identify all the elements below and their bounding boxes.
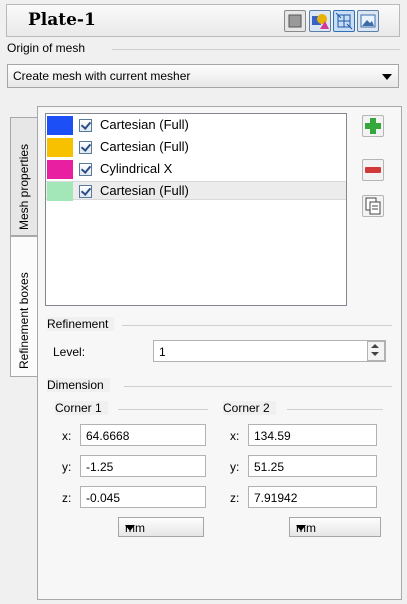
list-item[interactable]: Cartesian (Full): [46, 181, 346, 201]
origin-select-value: Create mesh with current mesher: [13, 69, 191, 83]
remove-button[interactable]: [362, 159, 384, 181]
chevron-down-icon: [371, 352, 379, 356]
list-item[interactable]: Cartesian (Full): [46, 138, 346, 157]
corner1-z-value: -0.045: [86, 491, 121, 505]
image-icon: [360, 14, 376, 28]
corner2-z-input[interactable]: 7.91942: [248, 486, 377, 508]
list-item-label: Cartesian (Full): [100, 183, 189, 198]
corner1-group-line: [118, 409, 208, 410]
corner1-x-label: x:: [62, 429, 72, 443]
tab-refinement-boxes-label: Refinement boxes: [17, 272, 31, 369]
chevron-down-icon: [125, 525, 135, 531]
corner2-x-value: 134.59: [254, 429, 291, 443]
corner2-y-value: 51.25: [254, 460, 285, 474]
corner1-y-value: -1.25: [86, 460, 114, 474]
corner2-label: Corner 2: [223, 401, 276, 415]
view-button[interactable]: [284, 10, 306, 32]
copy-button[interactable]: [362, 195, 384, 217]
mesh-icon: [335, 12, 353, 30]
shapes-icon: [312, 14, 329, 29]
level-label: Level:: [53, 345, 86, 359]
chevron-down-icon: [296, 525, 306, 531]
list-item-label: Cylindrical X: [100, 161, 173, 176]
copy-icon: [365, 197, 381, 215]
refinement-section-label: Refinement: [47, 317, 115, 331]
image-button[interactable]: [357, 10, 379, 32]
list-item-label: Cartesian (Full): [100, 117, 189, 132]
color-swatch: [47, 160, 73, 179]
dimension-group-line: [124, 386, 392, 387]
list-item[interactable]: Cartesian (Full): [46, 116, 346, 135]
visibility-checkbox[interactable]: [79, 163, 92, 176]
color-swatch: [47, 116, 73, 135]
add-button[interactable]: [362, 115, 384, 137]
chevron-down-icon: [382, 74, 392, 80]
tab-refinement-boxes[interactable]: Refinement boxes: [10, 236, 38, 377]
corner1-x-input[interactable]: 64.6668: [80, 424, 206, 446]
tab-mesh-properties[interactable]: Mesh properties: [10, 117, 38, 236]
shapes-button[interactable]: [309, 10, 331, 32]
dimension-section-label: Dimension: [47, 378, 110, 392]
corner2-z-label: z:: [230, 491, 240, 505]
color-swatch: [47, 138, 73, 157]
refinement-box-list[interactable]: Cartesian (Full) Cartesian (Full) Cylind…: [45, 113, 347, 306]
color-swatch: [47, 182, 73, 201]
view-icon: [288, 14, 302, 28]
tab-mesh-properties-label: Mesh properties: [17, 143, 31, 230]
corner1-y-input[interactable]: -1.25: [80, 455, 206, 477]
panel-header: Plate-1: [6, 4, 400, 37]
refinement-group-line: [122, 325, 392, 326]
corner1-label: Corner 1: [55, 401, 108, 415]
remove-icon: [365, 167, 381, 173]
origin-group-line: [112, 49, 400, 50]
corner1-x-value: 64.6668: [86, 429, 130, 443]
mesh-button[interactable]: [333, 10, 355, 32]
corner1-z-input[interactable]: -0.045: [80, 486, 206, 508]
corner2-y-label: y:: [230, 460, 240, 474]
chevron-up-icon: [371, 344, 379, 348]
level-stepper[interactable]: [367, 341, 385, 361]
level-value: 1: [159, 345, 166, 359]
add-icon: [365, 118, 381, 134]
corner2-x-input[interactable]: 134.59: [248, 424, 377, 446]
origin-label: Origin of mesh: [7, 41, 92, 55]
corner1-y-label: y:: [62, 460, 72, 474]
visibility-checkbox[interactable]: [79, 141, 92, 154]
visibility-checkbox[interactable]: [79, 185, 92, 198]
list-item[interactable]: Cylindrical X: [46, 160, 346, 179]
level-input[interactable]: 1: [153, 340, 386, 362]
visibility-checkbox[interactable]: [79, 119, 92, 132]
corner2-x-label: x:: [230, 429, 240, 443]
list-item-label: Cartesian (Full): [100, 139, 189, 154]
origin-select[interactable]: Create mesh with current mesher: [7, 64, 399, 88]
corner2-z-value: 7.91942: [254, 491, 298, 505]
corner1-unit-select[interactable]: mm: [118, 517, 204, 537]
panel-title: Plate-1: [28, 10, 96, 30]
corner2-unit-select[interactable]: mm: [289, 517, 381, 537]
corner2-y-input[interactable]: 51.25: [248, 455, 377, 477]
corner2-group-line: [287, 409, 383, 410]
corner1-z-label: z:: [62, 491, 72, 505]
